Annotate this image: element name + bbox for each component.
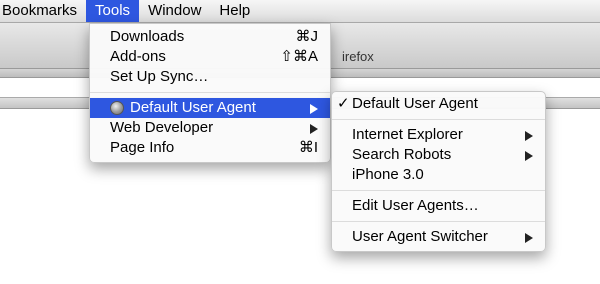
user-agent-globe-icon — [110, 101, 124, 115]
menubar-help[interactable]: Help — [210, 0, 259, 22]
menubar-window[interactable]: Window — [139, 0, 210, 22]
menu-item-label: Default User Agent — [130, 99, 256, 116]
submenu-arrow-icon — [310, 124, 318, 134]
tools-menu: Downloads ⌘J Add-ons ⇧⌘A Set Up Sync… De… — [89, 23, 331, 163]
menu-item-label: Default User Agent — [352, 95, 478, 112]
menu-separator — [332, 221, 545, 222]
menu-item-search-robots[interactable]: Search Robots — [332, 145, 545, 165]
menu-item-edit-user-agents[interactable]: Edit User Agents… — [332, 196, 545, 216]
submenu-arrow-icon — [525, 233, 533, 243]
submenu-arrow-icon — [310, 104, 318, 114]
menubar-tools[interactable]: Tools — [86, 0, 140, 22]
screen: irefox Bookmarks Tools Window Help Downl… — [0, 0, 600, 284]
menu-item-set-up-sync[interactable]: Set Up Sync… — [90, 67, 330, 87]
menu-item-shortcut: ⇧⌘A — [280, 48, 318, 65]
menu-item-label: Page Info — [110, 139, 175, 156]
menu-item-user-agent-switcher[interactable]: User Agent Switcher — [332, 227, 545, 247]
menu-item-label: User Agent Switcher — [352, 228, 488, 245]
checkmark-icon: ✓ — [337, 95, 350, 112]
menu-item-label: iPhone 3.0 — [352, 166, 424, 183]
submenu-arrow-icon — [525, 131, 533, 141]
menu-item-page-info[interactable]: Page Info ⌘I — [90, 138, 330, 158]
menu-item-label: Set Up Sync… — [110, 68, 209, 85]
submenu-arrow-icon — [525, 151, 533, 161]
menu-bar: Bookmarks Tools Window Help — [0, 0, 600, 23]
menu-item-default-user-agent-checked[interactable]: ✓ Default User Agent — [332, 94, 545, 114]
menu-separator — [90, 92, 330, 93]
menu-separator — [332, 190, 545, 191]
menu-item-default-user-agent[interactable]: Default User Agent — [90, 98, 330, 118]
menu-item-label: Edit User Agents… — [352, 197, 479, 214]
user-agent-submenu: ✓ Default User Agent Internet Explorer S… — [331, 91, 546, 252]
menu-item-internet-explorer[interactable]: Internet Explorer — [332, 125, 545, 145]
menu-item-web-developer[interactable]: Web Developer — [90, 118, 330, 138]
menu-item-shortcut: ⌘J — [295, 28, 319, 45]
menu-item-downloads[interactable]: Downloads ⌘J — [90, 27, 330, 47]
menu-item-iphone[interactable]: iPhone 3.0 — [332, 165, 545, 185]
menu-item-label: Downloads — [110, 28, 185, 45]
menu-item-label: Web Developer — [110, 119, 214, 136]
window-title: irefox — [342, 49, 374, 64]
menu-item-add-ons[interactable]: Add-ons ⇧⌘A — [90, 47, 330, 67]
menu-item-shortcut: ⌘I — [298, 139, 318, 156]
menu-item-label: Internet Explorer — [352, 126, 463, 143]
menubar-bookmarks[interactable]: Bookmarks — [0, 0, 86, 22]
menu-item-label: Add-ons — [110, 48, 166, 65]
menu-item-label: Search Robots — [352, 146, 452, 163]
menu-separator — [332, 119, 545, 120]
